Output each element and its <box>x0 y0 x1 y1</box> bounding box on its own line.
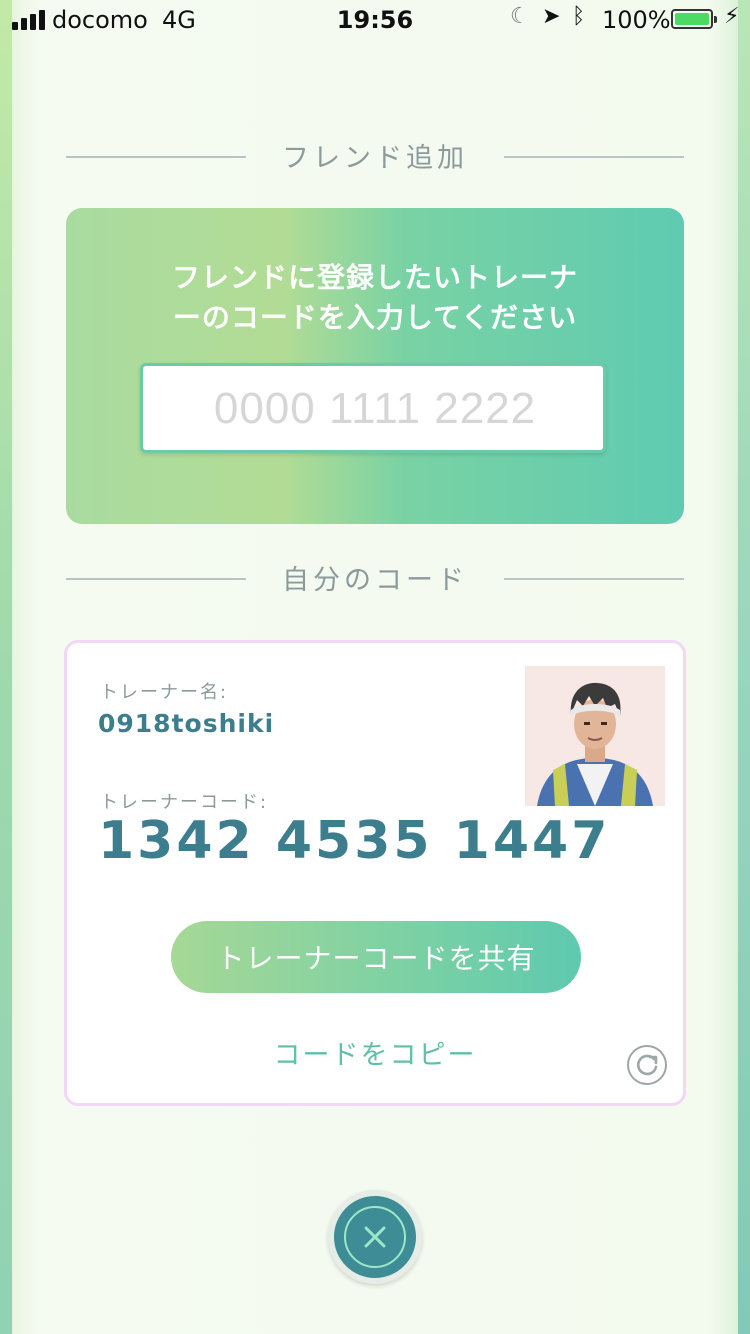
add-friend-section-header: フレンド追加 <box>66 136 684 176</box>
close-button-inner <box>334 1196 416 1278</box>
location-arrow-icon: ➤ <box>542 4 561 29</box>
add-friend-prompt: フレンドに登録したいトレーナ ーのコードを入力してください <box>66 258 684 338</box>
add-friend-card: フレンドに登録したいトレーナ ーのコードを入力してください <box>66 208 684 524</box>
battery-percent: 100% <box>602 6 671 34</box>
bluetooth-icon: ᛒ <box>572 4 586 29</box>
trainer-name-label: トレーナー名: <box>100 682 229 703</box>
avatar-image <box>537 682 653 806</box>
copy-code-link[interactable]: コードをコピー <box>67 1033 683 1072</box>
divider-line <box>504 156 684 158</box>
battery-icon <box>671 9 717 29</box>
divider-line <box>504 578 684 580</box>
trainer-code-input[interactable] <box>143 366 607 452</box>
share-trainer-code-button[interactable]: トレーナーコードを共有 <box>171 921 581 993</box>
prompt-line-2: ーのコードを入力してください <box>172 301 578 334</box>
close-icon <box>364 1226 386 1248</box>
prompt-line-1: フレンドに登録したいトレーナ <box>171 261 578 294</box>
charging-bolt-icon: ⚡ <box>724 4 740 29</box>
left-edge-glow <box>0 0 12 1334</box>
right-edge-glow <box>738 0 750 1334</box>
trainer-name: 0918toshiki <box>98 709 275 738</box>
trainer-code: 1342 4535 1447 <box>98 811 611 871</box>
trainer-avatar <box>525 666 665 806</box>
refresh-icon[interactable] <box>627 1045 667 1085</box>
my-code-section-header: 自分のコード <box>66 558 684 598</box>
close-button[interactable] <box>328 1190 422 1284</box>
moon-icon: ☾ <box>510 4 530 29</box>
status-bar: docomo 4G 19:56 ☾ ➤ ᛒ 100% ⚡ <box>0 0 750 40</box>
my-code-card: トレーナー名: 0918toshiki トレーナーコード: 1342 4535 … <box>64 640 686 1106</box>
trainer-code-input-box[interactable] <box>140 363 607 453</box>
refresh-glyph <box>636 1054 658 1076</box>
